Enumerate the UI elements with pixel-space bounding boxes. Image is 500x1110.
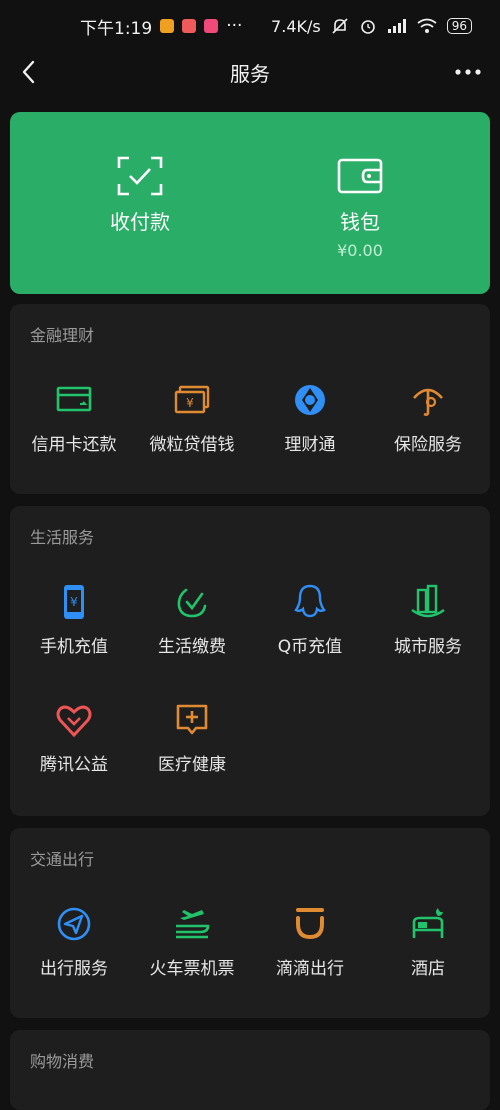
svg-text:¥: ¥ [186,396,194,410]
medical-icon [176,704,208,735]
service-label: 微粒贷借钱 [149,435,235,455]
service-mobility[interactable]: 出行服务 [14,904,134,1004]
app-notification-icon [182,19,197,33]
train-icon [176,910,210,939]
utility-icon [177,588,207,618]
section-life: 生活服务 ¥ 手机充值 生活缴费 Q币充值 城市服务 腾讯公益 医疗健康 [10,506,490,816]
qq-icon [294,584,326,618]
service-medical[interactable]: 医疗健康 [132,700,252,800]
didi-icon [296,908,324,940]
service-label: 城市服务 [394,637,462,657]
wallet-icon [337,158,383,194]
section-travel: 交通出行 出行服务 火车票机票 滴滴出行 酒店 [10,828,490,1018]
wifi-icon [417,18,437,33]
service-label: 手机充值 [40,637,108,657]
section-title: 购物消费 [30,1052,95,1071]
service-credit-card[interactable]: 信用卡还款 [14,380,134,480]
service-label: 理财通 [284,435,336,455]
wallet-label: 钱包 [340,210,380,234]
service-weilidai[interactable]: ¥ 微粒贷借钱 [132,380,252,480]
service-label: 生活缴费 [158,637,226,657]
service-train-flight[interactable]: 火车票机票 [132,904,252,1004]
more-options-icon[interactable] [454,64,482,80]
service-label: 火车票机票 [149,959,235,979]
service-hotel[interactable]: 酒店 [368,904,488,1004]
service-licaitong[interactable]: 理财通 [250,380,370,480]
section-finance: 金融理财 信用卡还款 ¥ 微粒贷借钱 理财通 保险服务 [10,304,490,494]
alarm-icon [360,20,375,34]
wealth-icon [295,385,325,415]
svg-text:¥: ¥ [70,595,78,609]
service-label: 滴滴出行 [276,959,344,979]
hotel-icon [412,908,444,938]
service-label: 出行服务 [40,959,108,979]
service-label: 酒店 [411,959,445,979]
pay-button[interactable]: 收付款 [20,112,260,294]
phone-icon: ¥ [64,585,84,619]
service-charity[interactable]: 腾讯公益 [14,700,134,800]
section-shopping: 购物消费 [10,1030,490,1110]
message-notification-icon [160,19,175,33]
service-didi[interactable]: 滴滴出行 [250,904,370,1004]
signal-icon [387,19,406,33]
wallet-button[interactable]: 钱包 ¥0.00 [240,112,480,294]
scan-check-icon [117,156,163,196]
service-label: 保险服务 [394,435,462,455]
battery-indicator: 96 [446,18,472,34]
wallet-card: 收付款 钱包 ¥0.00 [10,112,490,294]
navigation-icon [57,907,91,941]
credit-card-icon [56,386,92,412]
section-title: 金融理财 [30,326,95,345]
service-qcoin[interactable]: Q币充值 [250,582,370,682]
charity-icon [56,705,92,738]
status-time: 下午1:19 [80,18,153,39]
section-title: 交通出行 [30,850,95,869]
cash-icon: ¥ [174,385,210,414]
more-notifications: ··· [226,16,243,36]
section-title: 生活服务 [30,528,95,547]
city-icon [411,584,445,618]
network-speed: 7.4K/s [271,16,321,36]
service-utility[interactable]: 生活缴费 [132,582,252,682]
insurance-icon [413,388,443,416]
service-mobile-topup[interactable]: ¥ 手机充值 [14,582,134,682]
service-label: 信用卡还款 [31,435,117,455]
back-arrow-icon[interactable] [16,58,44,86]
service-insurance[interactable]: 保险服务 [368,380,488,480]
service-label: Q币充值 [277,637,343,657]
wallet-balance: ¥0.00 [337,241,383,260]
app-notification-icon-2 [204,19,219,33]
status-bar: 下午1:19 ··· 7.4K/s 96 [0,0,500,52]
service-label: 腾讯公益 [40,755,108,775]
service-city[interactable]: 城市服务 [368,582,488,682]
service-label: 医疗健康 [158,755,226,775]
page-title: 服务 [230,61,270,86]
mute-icon [332,18,348,34]
pay-label: 收付款 [110,210,170,234]
nav-header: 服务 [0,52,500,92]
